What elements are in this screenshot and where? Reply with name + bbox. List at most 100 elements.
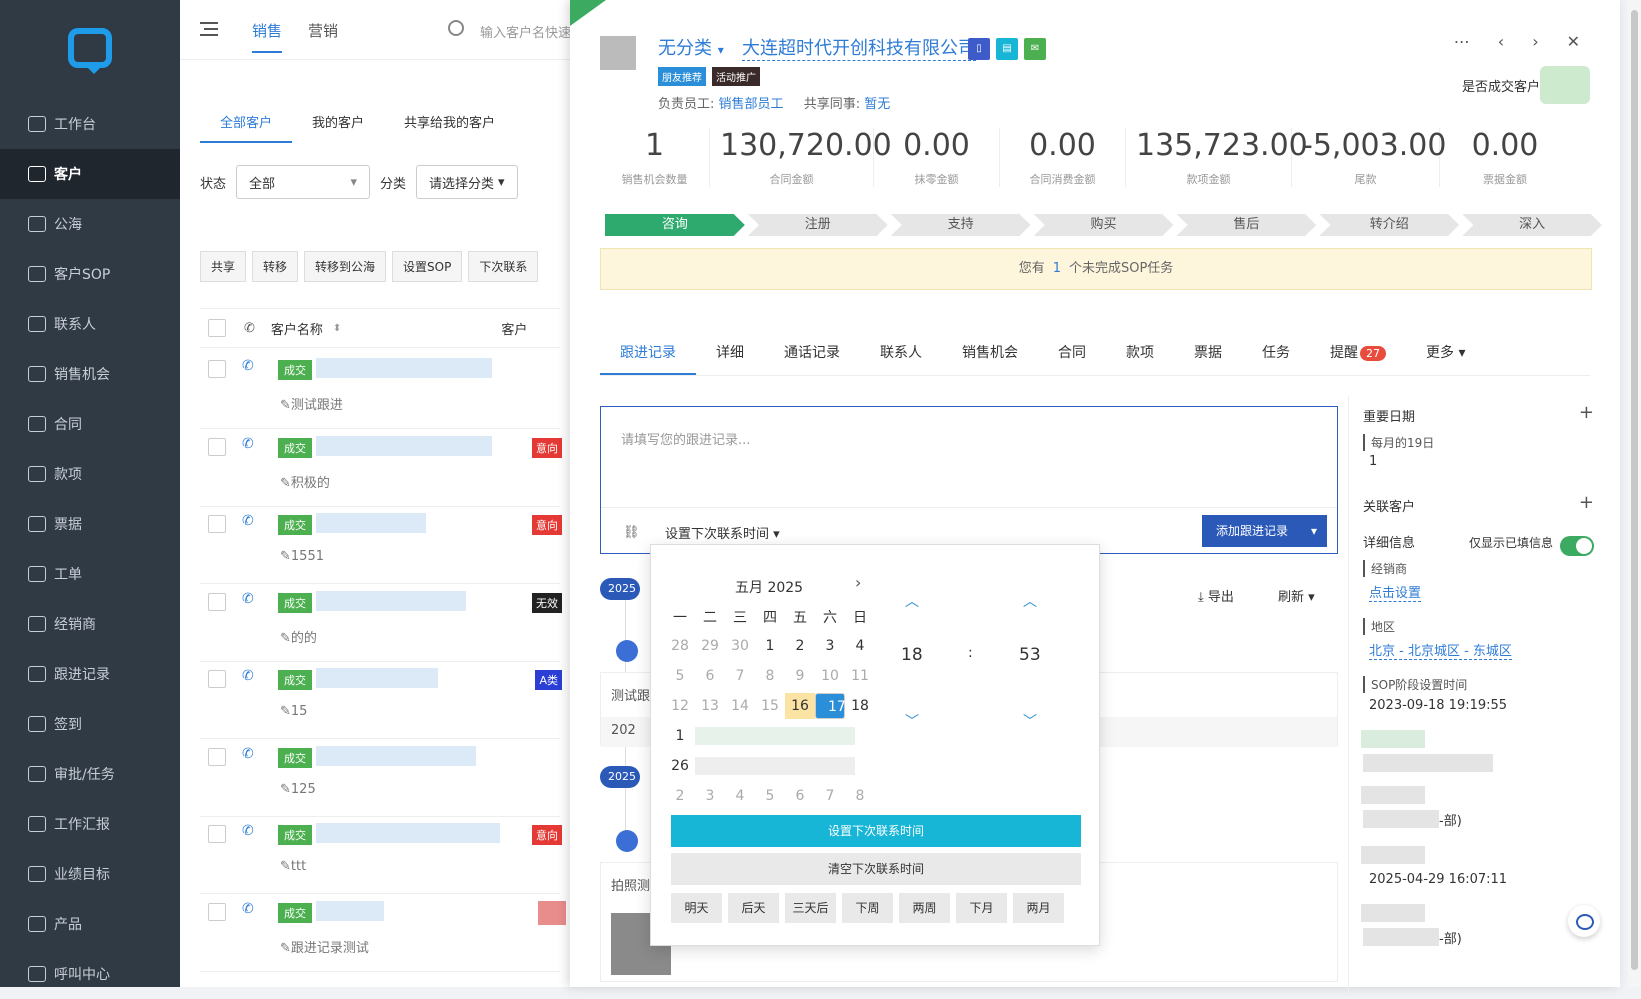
subtab-shared-customers[interactable]: 共享给我的客户	[384, 102, 515, 143]
row-checkbox[interactable]	[208, 747, 226, 766]
mobile-icon[interactable]: ▯	[968, 38, 990, 60]
customer-name-redacted[interactable]	[316, 900, 384, 921]
row-checkbox[interactable]	[208, 360, 226, 378]
move-to-sea-button[interactable]: 转移到公海	[304, 251, 387, 282]
quick-date-button[interactable]: 两周	[899, 893, 950, 923]
sop-count[interactable]: 1	[1053, 261, 1061, 276]
customer-name-redacted[interactable]	[316, 823, 500, 843]
row-checkbox[interactable]	[208, 670, 226, 688]
calendar-day[interactable]: 30	[725, 633, 755, 659]
minute-value[interactable]: 53	[1019, 645, 1041, 665]
detail-tab[interactable]: 联系人	[860, 330, 942, 375]
tab-marketing[interactable]: 营销	[308, 20, 338, 41]
sidebar-item[interactable]: 联系人	[0, 299, 180, 349]
sidebar-item[interactable]: 客户	[0, 149, 180, 199]
sidebar-item[interactable]: 签到	[0, 699, 180, 749]
calendar-day[interactable]: 5	[665, 663, 695, 689]
quick-date-button[interactable]: 三天后	[785, 893, 836, 923]
calendar-day[interactable]: 8	[755, 663, 785, 689]
company-name[interactable]: 大连超时代开创科技有限公司	[742, 34, 976, 61]
subtab-my-customers[interactable]: 我的客户	[292, 102, 384, 143]
sidebar-item[interactable]: 款项	[0, 449, 180, 499]
sidebar-item[interactable]: 业绩目标	[0, 849, 180, 899]
email-icon[interactable]: ✉	[1024, 38, 1046, 60]
col-customer-name[interactable]: 客户名称	[271, 319, 323, 338]
calendar-day[interactable]: 3	[695, 783, 725, 809]
table-row[interactable]: ✆ 成交 ✎ttt 意向	[200, 813, 562, 894]
status-filter-select[interactable]: 全部 ▾	[236, 165, 371, 199]
share-link[interactable]: 暂无	[864, 97, 890, 112]
calendar-day[interactable]: 5	[755, 783, 785, 809]
calendar-day[interactable]: 4	[845, 633, 875, 659]
hour-down-icon[interactable]: ﹀	[905, 711, 919, 731]
calendar-day[interactable]: 17	[815, 693, 846, 719]
category-dropdown[interactable]: 无分类 ▾	[658, 34, 724, 60]
sidebar-item[interactable]: 客户SOP	[0, 249, 180, 299]
customer-name-redacted[interactable]	[316, 358, 492, 378]
phone-icon[interactable]: ✆	[242, 436, 254, 452]
deal-toggle[interactable]	[1540, 66, 1590, 104]
add-date-icon[interactable]: +	[1579, 402, 1594, 423]
stage-step[interactable]: 转介绍	[1319, 214, 1460, 236]
calendar-day[interactable]: 4	[725, 783, 755, 809]
sidebar-item[interactable]: 呼叫中心	[0, 949, 180, 999]
stage-step[interactable]: 深入	[1462, 214, 1603, 236]
calendar-day[interactable]: 3	[815, 633, 845, 659]
row-checkbox[interactable]	[208, 515, 226, 533]
sidebar-item[interactable]: 跟进记录	[0, 649, 180, 699]
prev-icon[interactable]: ‹	[1498, 32, 1504, 51]
customer-name-redacted[interactable]	[316, 745, 476, 766]
sidebar-item[interactable]: 公海	[0, 199, 180, 249]
subtab-all-customers[interactable]: 全部客户	[200, 102, 293, 143]
stage-step[interactable]: 售后	[1176, 214, 1317, 236]
sidebar-item[interactable]: 经销商	[0, 599, 180, 649]
select-all-checkbox[interactable]	[208, 319, 226, 337]
stage-step[interactable]: 注册	[747, 214, 888, 236]
transfer-button[interactable]: 转移	[252, 251, 299, 282]
hour-up-icon[interactable]: ︿	[905, 591, 919, 611]
set-sop-button[interactable]: 设置SOP	[392, 251, 463, 282]
customer-name-redacted[interactable]	[316, 435, 492, 456]
sidebar-item[interactable]: 合同	[0, 399, 180, 449]
category-filter-select[interactable]: 请选择分类 ▾	[416, 165, 518, 199]
calendar-day[interactable]: 7	[725, 663, 755, 689]
calendar-day[interactable]: 8	[845, 783, 875, 809]
customer-name-redacted[interactable]	[316, 513, 426, 533]
clear-next-contact-button[interactable]: 清空下次联系时间	[671, 853, 1081, 885]
next-month-icon[interactable]: ›	[855, 573, 861, 592]
more-icon[interactable]: ⋯	[1454, 32, 1470, 51]
quick-date-button[interactable]: 后天	[728, 893, 779, 923]
row-checkbox[interactable]	[208, 592, 226, 611]
followup-editor[interactable]: 请填写您的跟进记录... ⛓ 设置下次联系时间 ▾ 添加跟进记录	[600, 406, 1338, 554]
refresh-button[interactable]: 刷新 ▾	[1278, 586, 1315, 605]
followup-textarea[interactable]: 请填写您的跟进记录...	[621, 429, 750, 448]
detail-tab[interactable]: 提醒 27	[1310, 330, 1406, 375]
detail-tab[interactable]: 合同	[1038, 330, 1106, 375]
detail-tab[interactable]: 销售机会	[942, 330, 1038, 375]
phone-icon[interactable]: ✆	[242, 513, 254, 529]
next-contact-dropdown[interactable]: 设置下次联系时间 ▾	[665, 523, 780, 542]
minute-down-icon[interactable]: ﹀	[1023, 711, 1037, 731]
sidebar-item[interactable]: 票据	[0, 499, 180, 549]
stage-step[interactable]: 咨询	[605, 214, 745, 236]
table-row[interactable]: ✆ 成交 ✎跟进记录测试	[200, 891, 566, 972]
next-icon[interactable]: ›	[1532, 32, 1538, 51]
table-row[interactable]: ✆ 成交 ✎125	[200, 736, 560, 817]
calendar-day[interactable]: 9	[785, 663, 815, 689]
minute-up-icon[interactable]: ︿	[1023, 591, 1037, 611]
sidebar-item[interactable]: 工作汇报	[0, 799, 180, 849]
sidebar-item[interactable]: 工单	[0, 549, 180, 599]
set-next-contact-button[interactable]: 设置下次联系时间	[671, 815, 1081, 847]
calendar-day[interactable]: 11	[845, 663, 875, 689]
row-checkbox[interactable]	[208, 902, 226, 921]
customer-name-redacted[interactable]	[316, 668, 438, 688]
detail-tab[interactable]: 任务	[1242, 330, 1310, 375]
calendar-day[interactable]: 16	[785, 693, 815, 719]
sop-banner[interactable]: 您有 1 个未完成SOP任务	[600, 248, 1592, 290]
export-button[interactable]: ⤓ 导出	[1198, 586, 1234, 605]
add-related-icon[interactable]: +	[1579, 492, 1594, 513]
sidebar-item[interactable]: 产品	[0, 899, 180, 949]
row-checkbox[interactable]	[208, 825, 226, 843]
calendar-day[interactable]: 1	[665, 723, 695, 749]
detail-tab[interactable]: 跟进记录	[600, 330, 696, 375]
